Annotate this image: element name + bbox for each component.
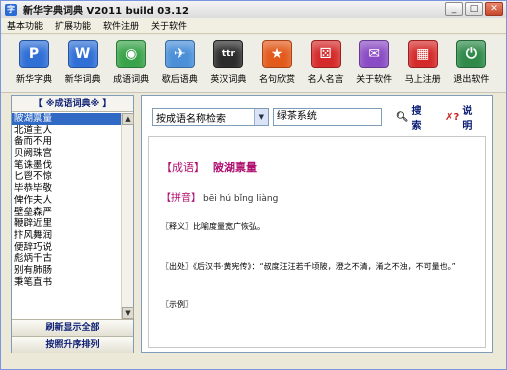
list-item[interactable]: 彪炳千古 <box>12 253 121 265</box>
close-button[interactable]: ✕ <box>485 2 503 16</box>
idiom-icon: ◉ <box>116 40 147 68</box>
list-item[interactable]: 抃风舞润 <box>12 230 121 242</box>
toolbar-button-3[interactable]: ✈ 歇后语典 <box>155 40 205 88</box>
list-item[interactable]: 毕恭毕敬 <box>12 183 121 195</box>
list-item[interactable]: 北道主人 <box>12 125 121 137</box>
entry-definition: 〖释义〗比喻度量宽广恢弘。 <box>161 222 265 231</box>
app-icon: 字 <box>5 3 17 16</box>
window-controls: _ □ ✕ <box>445 2 503 16</box>
search-mode-select[interactable]: 按成语名称检索 ▼ <box>152 108 269 126</box>
window-title: 新华字典词典 V2011 build 03.12 <box>23 6 189 17</box>
help-button[interactable]: ✗? 说明 <box>445 102 482 132</box>
list-item[interactable]: 别有肺肠 <box>12 265 121 277</box>
minimize-button[interactable]: _ <box>445 2 463 16</box>
toolbar: P 新华字典 W 新华词典 ◉ 成语词典 ✈ 歇后语典 ttr 英汉词典 ★ 名句欣赏 ⚄ 名人名言 ✉ 关于… <box>1 35 506 93</box>
about-icon: ✉ <box>359 40 390 68</box>
toolbar-button-0[interactable]: P 新华字典 <box>9 40 59 88</box>
idiom-list-panel: 【 ※成语词典※ 】 陂湖禀量 北道主人 备而不用 贝阙珠宫 笔诛墨伐 匕鬯不惊 毕恭毕敬俾… <box>11 95 134 353</box>
scroll-up-arrow-icon[interactable]: ▲ <box>122 113 134 125</box>
toolbar-button-9[interactable]: ⏻ 退出软件 <box>446 40 496 88</box>
magnifier-icon: 🔍︎ <box>395 111 409 123</box>
toolbar-button-6[interactable]: ⚄ 名人名言 <box>301 40 351 88</box>
toolbar-button-1[interactable]: W 新华词典 <box>58 40 108 88</box>
list-item[interactable]: 贝阙珠宫 <box>12 148 121 160</box>
toolbar-label: 新华字典 <box>15 75 52 85</box>
exit-icon: ⏻ <box>456 40 487 68</box>
title-bar: 字 新华字典词典 V2011 build 03.12 _ □ ✕ <box>1 1 506 18</box>
entry-source: 〖出处〗《后汉书·黄宪传》：“叔度汪汪若千顷陂，澄之不清，淆之不浊，不可量也。” <box>161 262 456 271</box>
dice-icon: ⚄ <box>310 40 341 68</box>
toolbar-label: 新华词典 <box>64 75 101 85</box>
register-icon: ▦ <box>407 40 438 68</box>
entry-content: 【成语】 陂湖禀量 【拼音】 bēi hú bǐng liàng 〖释义〗比喻度量宽… <box>148 136 486 348</box>
search-input[interactable]: 绿茶系统 <box>272 108 382 126</box>
menu-software-registration[interactable]: 软件注册 <box>103 19 139 32</box>
list-scrollbar[interactable]: ▲ ▼ <box>121 113 134 319</box>
pinyin-text: bēi hú bǐng liàng <box>203 194 279 204</box>
toolbar-button-8[interactable]: ▦ 马上注册 <box>398 40 448 88</box>
menu-basic-functions[interactable]: 基本功能 <box>7 19 43 32</box>
toolbar-label: 英汉词典 <box>210 75 247 85</box>
list-item[interactable]: 备而不用 <box>12 136 121 148</box>
idiom-list-header: 【 ※成语词典※ 】 <box>12 96 133 112</box>
star-icon: ★ <box>262 40 292 68</box>
help-button-label: 说明 <box>462 106 473 132</box>
list-item[interactable]: 壁垒森严 <box>12 207 121 219</box>
entry-example: 〖示例〗 <box>161 300 193 309</box>
help-icon: ✗? <box>445 111 460 123</box>
entry-tag: 【成语】 <box>161 161 205 174</box>
menu-about-software[interactable]: 关于软件 <box>151 19 187 32</box>
scroll-down-arrow-icon[interactable]: ▼ <box>122 307 134 319</box>
menu-extended-functions[interactable]: 扩展功能 <box>55 19 91 32</box>
english-icon: ttr <box>213 40 244 68</box>
app-window: 字 新华字典词典 V2011 build 03.12 _ □ ✕ 基本功能 扩展… <box>0 0 507 370</box>
toolbar-button-4[interactable]: ttr 英汉词典 <box>203 40 253 88</box>
maximize-button[interactable]: □ <box>465 2 483 16</box>
list-item[interactable]: 陂湖禀量 <box>12 113 121 125</box>
entry-pinyin-line: 【拼音】 bēi hú bǐng liàng <box>161 189 278 204</box>
search-bar: 按成语名称检索 ▼ 绿茶系统 🔍︎ 搜索 ✗? 说明 <box>152 106 482 132</box>
dictionary-p-icon: P <box>19 40 49 68</box>
sort-ascending-button[interactable]: 按照升序排列 <box>12 336 133 353</box>
entry-idiom: 陂湖禀量 <box>213 161 257 174</box>
toolbar-button-7[interactable]: ✉ 关于软件 <box>349 40 399 88</box>
toolbar-label: 马上注册 <box>404 75 441 85</box>
list-item[interactable]: 俾作夫人 <box>12 195 121 207</box>
menu-bar: 基本功能 扩展功能 软件注册 关于软件 <box>1 18 506 34</box>
toolbar-label: 歇后语典 <box>161 75 198 85</box>
toolbar-label: 名句欣赏 <box>258 75 295 85</box>
refresh-all-button[interactable]: 刷新显示全部 <box>12 319 133 336</box>
search-button-label: 搜索 <box>411 106 422 132</box>
toolbar-button-2[interactable]: ◉ 成语词典 <box>106 40 156 88</box>
search-button[interactable]: 🔍︎ 搜索 <box>396 102 431 132</box>
toolbar-label: 成语词典 <box>113 75 150 85</box>
list-item[interactable]: 笔诛墨伐 <box>12 160 121 172</box>
list-item[interactable]: 秉笔直书 <box>12 277 121 289</box>
search-mode-value: 按成语名称检索 <box>156 113 226 125</box>
list-item[interactable]: 鞭辟近里 <box>12 218 121 230</box>
chevron-down-icon[interactable]: ▼ <box>253 109 268 125</box>
list-item[interactable]: 匕鬯不惊 <box>12 171 121 183</box>
detail-panel: 按成语名称检索 ▼ 绿茶系统 🔍︎ 搜索 ✗? 说明 【成语】 陂湖禀量 【拼音】… <box>141 95 493 353</box>
list-item[interactable]: 便辞巧说 <box>12 242 121 254</box>
dictionary-w-icon: W <box>67 40 98 68</box>
toolbar-label: 退出软件 <box>453 75 490 85</box>
toolbar-label: 名人名言 <box>307 75 344 85</box>
entry-title: 【成语】 陂湖禀量 <box>161 159 257 175</box>
toolbar-label: 关于软件 <box>356 75 393 85</box>
plane-icon: ✈ <box>164 40 195 68</box>
pinyin-tag: 【拼音】 <box>161 193 201 204</box>
toolbar-button-5[interactable]: ★ 名句欣赏 <box>252 40 302 88</box>
idiom-list[interactable]: 陂湖禀量 北道主人 备而不用 贝阙珠宫 笔诛墨伐 匕鬯不惊 毕恭毕敬 俾作夫人 壁垒森严 鞭辟近里… <box>12 113 121 319</box>
